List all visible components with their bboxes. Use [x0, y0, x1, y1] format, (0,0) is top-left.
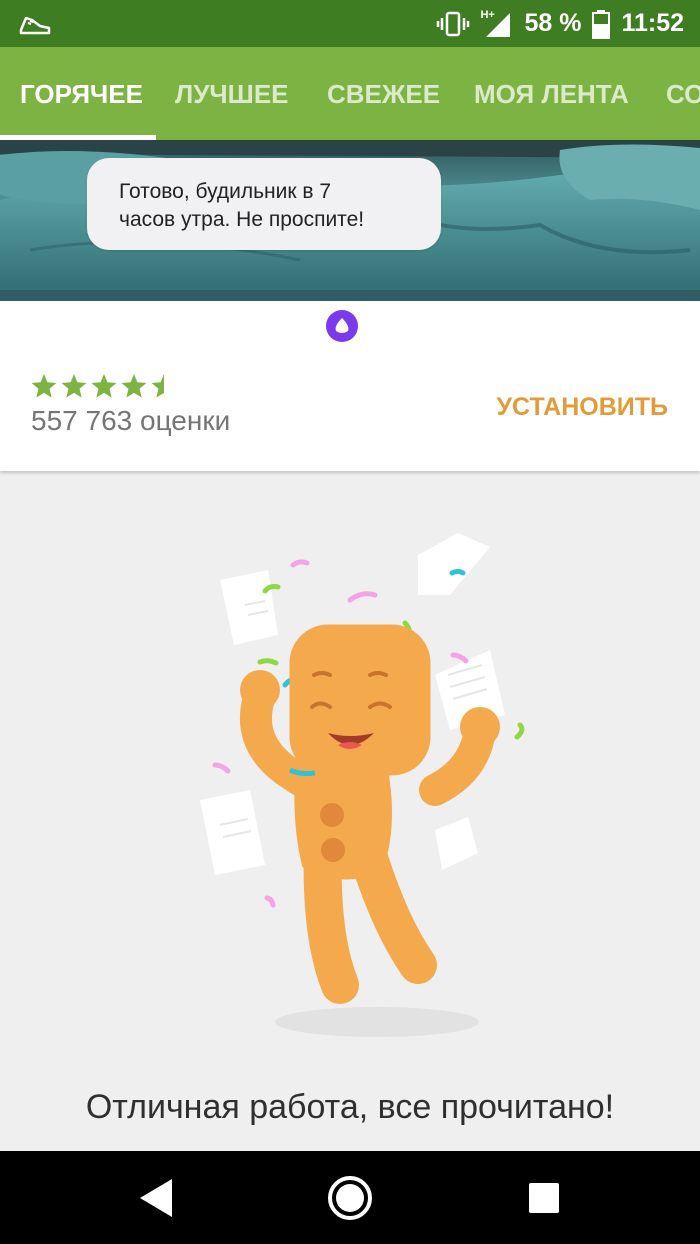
tab-bar: ГОРЯЧЕЕ ЛУЧШЕЕ СВЕЖЕЕ МОЯ ЛЕНТА СО	[0, 47, 700, 140]
assistant-speech-bubble: Готово, будильник в 7 часов утра. Не про…	[87, 158, 441, 250]
bubble-line-2: часов утра. Не проспите!	[119, 208, 365, 231]
bubble-line-1: Готово, будильник в 7	[119, 180, 332, 203]
star-icon	[31, 374, 57, 398]
ratings-count: 557 763 оценки	[31, 405, 231, 436]
navigation-bar	[0, 1151, 700, 1244]
tab-my-feed[interactable]: МОЯ ЛЕНТА	[474, 47, 629, 140]
ad-card[interactable]: Готово, будильник в 7 часов утра. Не про…	[0, 140, 700, 471]
recents-icon[interactable]	[519, 1173, 569, 1223]
status-bar: H+ 58 % 11:52	[0, 0, 700, 47]
alice-icon	[326, 310, 358, 342]
home-icon[interactable]	[325, 1173, 375, 1223]
battery-icon	[592, 9, 611, 39]
tab-best[interactable]: ЛУЧШЕЕ	[175, 47, 289, 140]
vibrate-icon	[437, 11, 470, 36]
sneaker-icon	[19, 16, 51, 35]
signal-icon: H+	[480, 9, 514, 39]
clock: 11:52	[621, 9, 684, 37]
tab-communities[interactable]: СО	[666, 47, 700, 140]
install-button[interactable]: УСТАНОВИТЬ	[497, 393, 669, 422]
tab-hot[interactable]: ГОРЯЧЕЕ	[20, 47, 143, 140]
gingerbread-celebration-illustration	[200, 533, 525, 1037]
status-icons: H+ 58 % 11:52	[436, 0, 684, 47]
rating-stars	[31, 373, 181, 399]
empty-state-message: Отличная работа, все прочитано!	[85, 1088, 615, 1126]
bubble-text: Готово, будильник в 7 часов утра. Не про…	[119, 178, 439, 234]
battery-percent: 58 %	[524, 9, 582, 37]
star-icon	[61, 374, 87, 398]
star-icon	[91, 374, 117, 398]
tab-fresh[interactable]: СВЕЖЕЕ	[327, 47, 440, 140]
back-icon[interactable]	[132, 1173, 182, 1223]
star-icon	[151, 374, 164, 398]
star-icon	[121, 374, 147, 398]
